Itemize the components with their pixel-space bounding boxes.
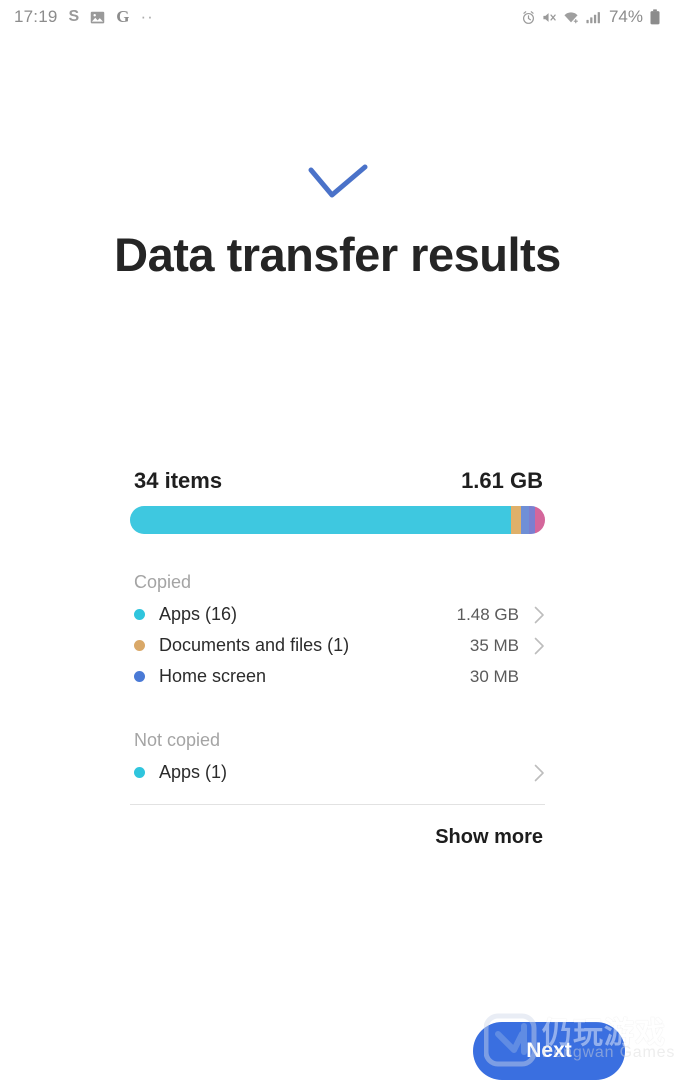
other-segment <box>528 506 536 534</box>
list-item-label: Documents and files (1) <box>159 635 350 655</box>
battery-percent-label: 74% <box>608 7 643 26</box>
success-check-wrap <box>0 164 675 209</box>
alarm-icon <box>521 10 536 25</box>
transfer-results-panel: 34 items 1.61 GB Copied Apps (16) 1.48 GB D… <box>130 468 545 849</box>
list-item-size: 35 MB <box>469 635 519 655</box>
category-dot-icon <box>134 767 145 778</box>
list-item[interactable]: Apps (1) <box>130 757 545 788</box>
apps-segment <box>130 506 512 534</box>
category-dot-icon <box>134 640 145 651</box>
transfer-progress-bar <box>130 506 545 534</box>
mute-vibrate-icon <box>542 10 557 25</box>
section-label-not-copied: Not copied <box>134 730 221 750</box>
list-item-label: Apps (1) <box>159 762 228 782</box>
list-item[interactable]: Apps (16) 1.48 GB <box>130 599 545 630</box>
summary-row: 34 items 1.61 GB <box>130 468 545 494</box>
category-dot-icon <box>134 671 145 682</box>
total-items-label: 34 items <box>134 468 223 493</box>
signal-bars-icon <box>585 10 601 25</box>
section-label-copied: Copied <box>134 572 192 592</box>
category-dot-icon <box>134 609 145 620</box>
not-copied-segment <box>535 506 545 534</box>
show-more-button[interactable]: Show more <box>130 826 545 849</box>
home-screen-segment <box>520 506 529 534</box>
status-bar-clock: 17:19 <box>14 7 58 26</box>
wifi-icon <box>563 10 579 25</box>
chevron-right-icon[interactable] <box>529 637 545 655</box>
total-size-label: 1.61 GB <box>461 468 543 493</box>
checkmark-icon <box>307 164 369 209</box>
chevron-right-icon <box>529 668 545 686</box>
more-notifications-icon: ·· <box>140 7 154 26</box>
status-bar-left: 17:19 S G ·· <box>14 7 154 27</box>
battery-icon <box>649 9 661 25</box>
sections-root: Copied Apps (16) 1.48 GB Documents and file… <box>130 572 545 788</box>
list-item-label: Home screen <box>159 666 267 686</box>
documents-segment <box>511 506 521 534</box>
list-item: Home screen 30 MB <box>130 661 545 692</box>
next-button[interactable]: Next <box>473 1022 625 1080</box>
google-icon: G <box>116 7 130 26</box>
list-item[interactable]: Documents and files (1) 35 MB <box>130 630 545 661</box>
chevron-right-icon[interactable] <box>529 606 545 624</box>
list-item-size: 1.48 GB <box>456 604 519 624</box>
samsung-pay-icon: S <box>68 8 80 25</box>
list-item-size: 30 MB <box>469 666 519 686</box>
list-divider <box>130 804 545 805</box>
page-title: Data transfer results <box>114 228 561 281</box>
chevron-right-icon[interactable] <box>529 764 545 782</box>
gallery-image-icon <box>90 10 105 25</box>
list-item-label: Apps (16) <box>159 604 238 624</box>
status-bar-right: 74% <box>521 7 661 27</box>
status-bar: 17:19 S G ·· 74% <box>0 0 675 34</box>
